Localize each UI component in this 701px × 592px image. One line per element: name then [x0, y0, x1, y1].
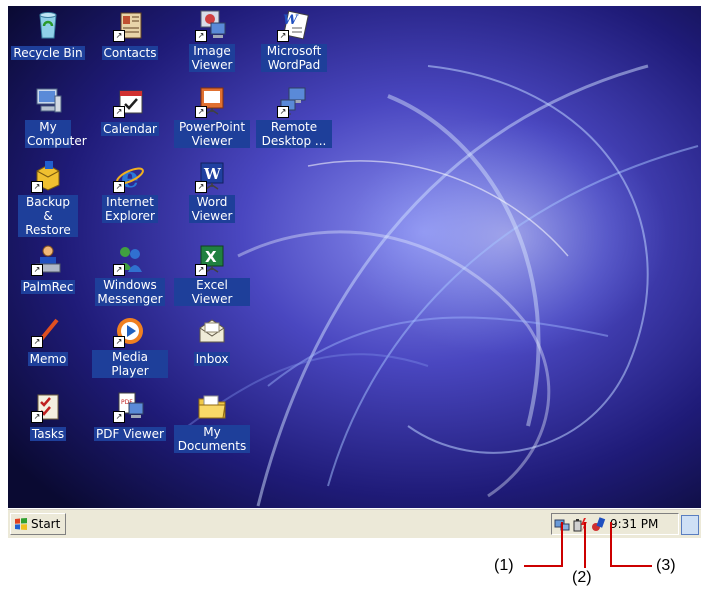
image-viewer-icon: ↗	[195, 8, 229, 42]
icon-label: Backup & Restore	[18, 195, 78, 237]
desktop-icon-excel-viewer[interactable]: X ↗ Excel Viewer	[174, 242, 250, 308]
shortcut-arrow-icon: ↗	[195, 181, 207, 193]
desktop-icon-tasks[interactable]: ↗ Tasks	[10, 389, 86, 443]
callout-line-2	[584, 522, 586, 568]
taskbar: Start 9:31 PM	[8, 508, 701, 538]
shortcut-arrow-icon: ↗	[113, 30, 125, 42]
desktop-icon-wordpad[interactable]: W ↗ Microsoft WordPad	[256, 8, 332, 74]
icon-label: Word Viewer	[189, 195, 235, 223]
backup-restore-icon: ↗	[31, 159, 65, 193]
desktop-icon-calendar[interactable]: ↗ Calendar	[92, 84, 168, 138]
remote-desktop-icon: ↗	[277, 84, 311, 118]
desktop-icon-word-viewer[interactable]: W ↗ Word Viewer	[174, 159, 250, 225]
icon-label: Contacts	[101, 46, 159, 60]
volume-icon[interactable]	[590, 516, 606, 532]
desktop-icon-powerpoint-viewer[interactable]: ↗ PowerPoint Viewer	[174, 84, 250, 150]
shortcut-arrow-icon: ↗	[113, 264, 125, 276]
shortcut-arrow-icon: ↗	[195, 106, 207, 118]
desktop-icon-remote-desktop[interactable]: ↗ Remote Desktop ...	[256, 84, 332, 150]
callout-line-1-vertical	[561, 522, 563, 567]
shortcut-arrow-icon: ↗	[277, 106, 289, 118]
inbox-icon	[195, 314, 229, 348]
icon-label: Excel Viewer	[174, 278, 250, 306]
shortcut-arrow-icon: ↗	[195, 264, 207, 276]
memo-icon: ↗	[31, 314, 65, 348]
svg-text:W: W	[283, 13, 299, 28]
shortcut-arrow-icon: ↗	[277, 30, 289, 42]
desktop-icon-recycle-bin[interactable]: Recycle Bin	[10, 8, 86, 62]
tasks-icon: ↗	[31, 389, 65, 423]
icon-label: PDF Viewer	[94, 427, 166, 441]
callout-line-1	[524, 565, 562, 567]
icon-label: Calendar	[101, 122, 159, 136]
internet-explorer-icon: e ↗	[113, 159, 147, 193]
shortcut-arrow-icon: ↗	[113, 106, 125, 118]
icon-label: Recycle Bin	[11, 46, 85, 60]
desktop-icon-image-viewer[interactable]: ↗ Image Viewer	[174, 8, 250, 74]
callout-label-2: (2)	[572, 569, 592, 586]
icon-label: Memo	[27, 352, 69, 366]
shortcut-arrow-icon: ↗	[31, 181, 43, 193]
shortcut-arrow-icon: ↗	[31, 336, 43, 348]
my-documents-icon	[195, 389, 229, 423]
media-player-icon: ↗	[113, 314, 147, 348]
desktop-icon-palmrec[interactable]: ↗ PalmRec	[10, 242, 86, 296]
icon-label: Tasks	[29, 427, 67, 441]
system-tray: 9:31 PM	[551, 513, 679, 535]
desktop-icon-inbox[interactable]: Inbox	[174, 314, 250, 368]
calendar-icon: ↗	[113, 84, 147, 118]
icon-label: PowerPoint Viewer	[174, 120, 250, 148]
show-desktop-icon[interactable]	[681, 515, 699, 535]
word-viewer-icon: W ↗	[195, 159, 229, 193]
desktop-icon-contacts[interactable]: ↗ Contacts	[92, 8, 168, 62]
callout-line-3	[610, 565, 652, 567]
icon-label: Inbox	[193, 352, 231, 366]
screen: Recycle Bin My Computer ↗ Backup & Resto…	[8, 6, 701, 538]
icon-label: Windows Messenger	[95, 278, 165, 306]
desktop-icon-internet-explorer[interactable]: e ↗ Internet Explorer	[92, 159, 168, 225]
excel-viewer-icon: X ↗	[195, 242, 229, 276]
callout-label-3: (3)	[656, 557, 676, 574]
icon-label: Internet Explorer	[102, 195, 158, 223]
icon-label: Image Viewer	[189, 44, 235, 72]
start-button[interactable]: Start	[10, 513, 66, 535]
desktop-icon-pdf-viewer[interactable]: PDF ↗ PDF Viewer	[92, 389, 168, 443]
desktop-icon-my-computer[interactable]: My Computer	[10, 84, 87, 150]
desktop-icon-media-player[interactable]: ↗ Media Player	[92, 314, 168, 380]
desktop-icon-backup-restore[interactable]: ↗ Backup & Restore	[10, 159, 86, 239]
contacts-icon: ↗	[113, 8, 147, 42]
my-computer-icon	[31, 84, 65, 118]
windows-flag-icon	[15, 518, 27, 530]
shortcut-arrow-icon: ↗	[113, 181, 125, 193]
messenger-icon: ↗	[113, 242, 147, 276]
clock[interactable]: 9:31 PM	[610, 517, 658, 531]
callout-line-3-vertical	[610, 522, 612, 567]
powerpoint-viewer-icon: ↗	[195, 84, 229, 118]
start-label: Start	[31, 517, 61, 531]
icon-label: My Documents	[174, 425, 250, 453]
shortcut-arrow-icon: ↗	[113, 411, 125, 423]
callout-label-1: (1)	[494, 557, 514, 574]
desktop-icon-windows-messenger[interactable]: ↗ Windows Messenger	[92, 242, 168, 308]
desktop-icon-my-documents[interactable]: My Documents	[174, 389, 250, 455]
shortcut-arrow-icon: ↗	[195, 30, 207, 42]
icon-label: Microsoft WordPad	[261, 44, 327, 72]
recycle-bin-icon	[31, 8, 65, 42]
icon-label: My Computer	[25, 120, 87, 148]
desktop-icon-memo[interactable]: ↗ Memo	[10, 314, 86, 368]
shortcut-arrow-icon: ↗	[31, 411, 43, 423]
shortcut-arrow-icon: ↗	[31, 264, 43, 276]
pdf-viewer-icon: PDF ↗	[113, 389, 147, 423]
icon-label: PalmRec	[20, 280, 76, 294]
desktop: Recycle Bin My Computer ↗ Backup & Resto…	[8, 6, 701, 508]
shortcut-arrow-icon: ↗	[113, 336, 125, 348]
palmrec-icon: ↗	[31, 242, 65, 276]
wordpad-icon: W ↗	[277, 8, 311, 42]
icon-label: Media Player	[92, 350, 168, 378]
icon-label: Remote Desktop ...	[256, 120, 332, 148]
